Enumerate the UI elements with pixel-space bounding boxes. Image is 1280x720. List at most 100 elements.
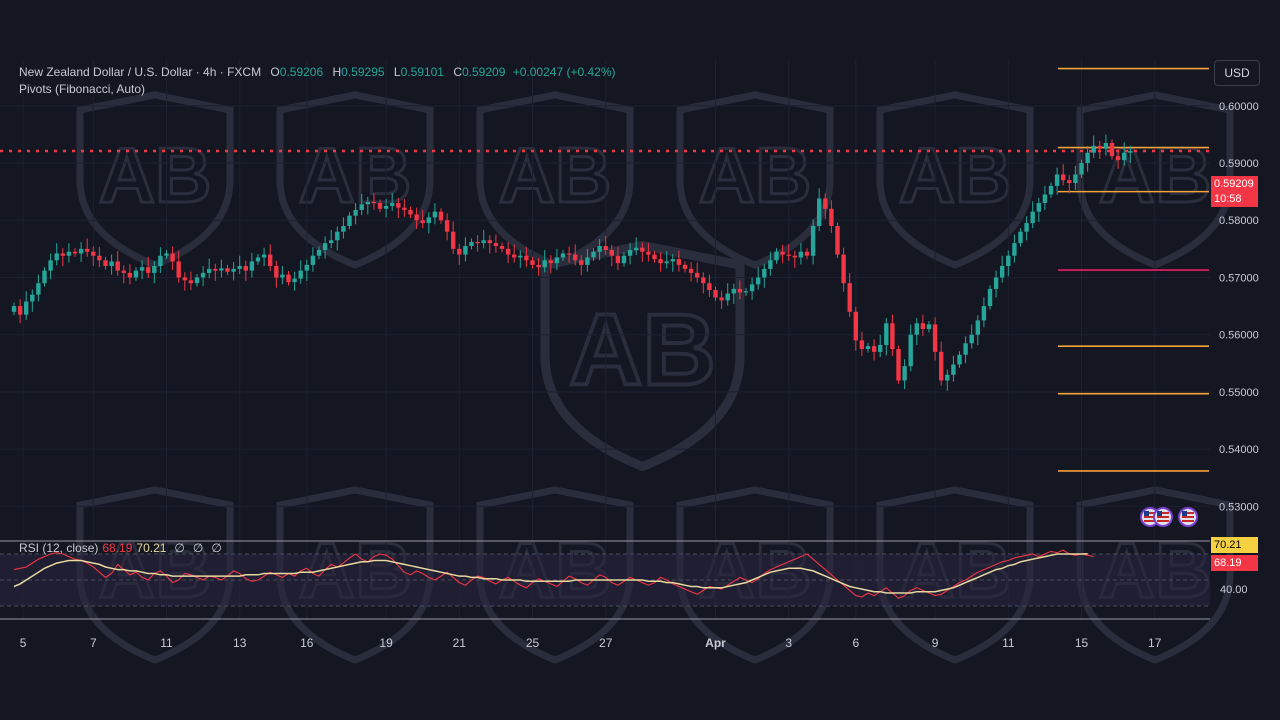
candle-body (30, 294, 35, 302)
candle-body (853, 311, 858, 341)
candle-body (817, 198, 822, 226)
economic-event-icons[interactable] (1140, 507, 1198, 527)
candle-body (341, 225, 346, 232)
candle-body (133, 270, 139, 278)
candle-body (60, 253, 65, 256)
candle-body (383, 205, 389, 209)
rsi-legend: RSI (12, close) 68.19 70.21 ∅ ∅ ∅ (19, 541, 222, 555)
symbol-title[interactable]: New Zealand Dollar / U.S. Dollar · 4h · … (19, 65, 261, 79)
candle-body (749, 284, 755, 292)
candle-body (865, 346, 871, 350)
candle-body (646, 251, 651, 255)
time-tick-label: Apr (705, 636, 726, 650)
candle-body (530, 260, 535, 265)
close-value: 0.59209 (462, 65, 506, 79)
candle-body (475, 241, 480, 244)
candle-body (1006, 255, 1011, 267)
candle-body (353, 209, 358, 216)
candle-body (615, 255, 621, 264)
candle-body (701, 277, 706, 284)
candle-body (1109, 142, 1115, 157)
candle-body (939, 351, 944, 381)
candle-body (975, 320, 980, 335)
candle-body (829, 208, 834, 226)
candle-body (634, 247, 639, 250)
price-axis[interactable]: 0.60000 0.59000 0.58000 0.57000 0.56000 0.550… (1219, 101, 1259, 514)
rsi-value-tag: 68.19 (1211, 555, 1258, 571)
candle-body (676, 259, 682, 265)
candle-body (658, 259, 663, 264)
candle-body (1018, 231, 1023, 244)
candle-body (987, 288, 993, 307)
time-tick-label: 16 (300, 636, 314, 650)
candle-body (390, 203, 395, 206)
candle-body (835, 225, 840, 255)
time-tick-label: 6 (852, 636, 859, 650)
candle-body (268, 254, 273, 267)
candle-body (432, 211, 438, 218)
candle-body (707, 283, 712, 291)
watermark-logo (680, 95, 830, 265)
candle-body (1042, 194, 1048, 204)
candle-body (365, 201, 370, 205)
time-tick-label: 27 (599, 636, 613, 650)
candle-body (548, 260, 553, 264)
candle-body (621, 255, 627, 264)
candle-body (731, 288, 736, 294)
candle-body (1103, 142, 1109, 149)
candle-body (804, 251, 810, 256)
candle-body (396, 203, 401, 208)
candle-body (91, 251, 96, 256)
candle-body (17, 306, 23, 315)
chart-canvas[interactable]: AB 0.600000.590000.580000.570000.560000.… (0, 0, 1280, 720)
candle-body (688, 268, 694, 273)
candle-body (1036, 203, 1041, 212)
candle-body (993, 277, 999, 289)
candle-body (969, 334, 974, 344)
time-tick-label: 11 (160, 636, 173, 650)
candle-body (329, 240, 334, 244)
candle-body (725, 293, 730, 301)
price-tick-label: 0.53000 (1219, 501, 1259, 513)
low-value: 0.59101 (400, 65, 444, 79)
high-label: H (332, 65, 342, 79)
candle-body (420, 220, 425, 224)
candle-body (158, 255, 163, 267)
candle-body (48, 260, 53, 271)
currency-button[interactable]: USD (1214, 60, 1260, 86)
candle-body (176, 261, 181, 278)
candle-body (695, 272, 700, 278)
candle-body (810, 225, 816, 256)
candle-body (902, 366, 907, 381)
candle-body (304, 264, 309, 271)
candle-body (121, 270, 126, 273)
candle-body (231, 268, 236, 272)
candle-body (957, 354, 962, 365)
candle-body (1073, 174, 1078, 184)
candle-body (908, 334, 913, 367)
candle-body (1024, 223, 1029, 232)
candle-body (518, 255, 523, 258)
time-tick-label: 11 (1002, 636, 1015, 650)
current-price-tag: 0.59209 (1211, 176, 1258, 192)
candle-body (1000, 266, 1005, 278)
rsi-label[interactable]: RSI (12, close) (19, 541, 98, 555)
candle-body (426, 217, 431, 224)
candle-body (298, 270, 303, 279)
candle-body (24, 301, 29, 315)
time-tick-label: 21 (453, 636, 467, 650)
candle-body (1048, 185, 1054, 195)
price-tick-label: 0.59000 (1219, 158, 1259, 170)
candle-body (164, 253, 169, 256)
candle-body (713, 290, 718, 298)
candle-body (103, 260, 108, 267)
candle-body (170, 253, 175, 262)
candle-body (109, 261, 114, 267)
candle-body (554, 257, 560, 264)
candle-body (896, 349, 901, 381)
candle-body (512, 254, 517, 258)
candle-body (847, 283, 852, 312)
indicator-legend[interactable]: Pivots (Fibonacci, Auto) (19, 82, 145, 96)
candle-body (652, 254, 657, 260)
bar-countdown: 10:58 (1211, 192, 1258, 207)
